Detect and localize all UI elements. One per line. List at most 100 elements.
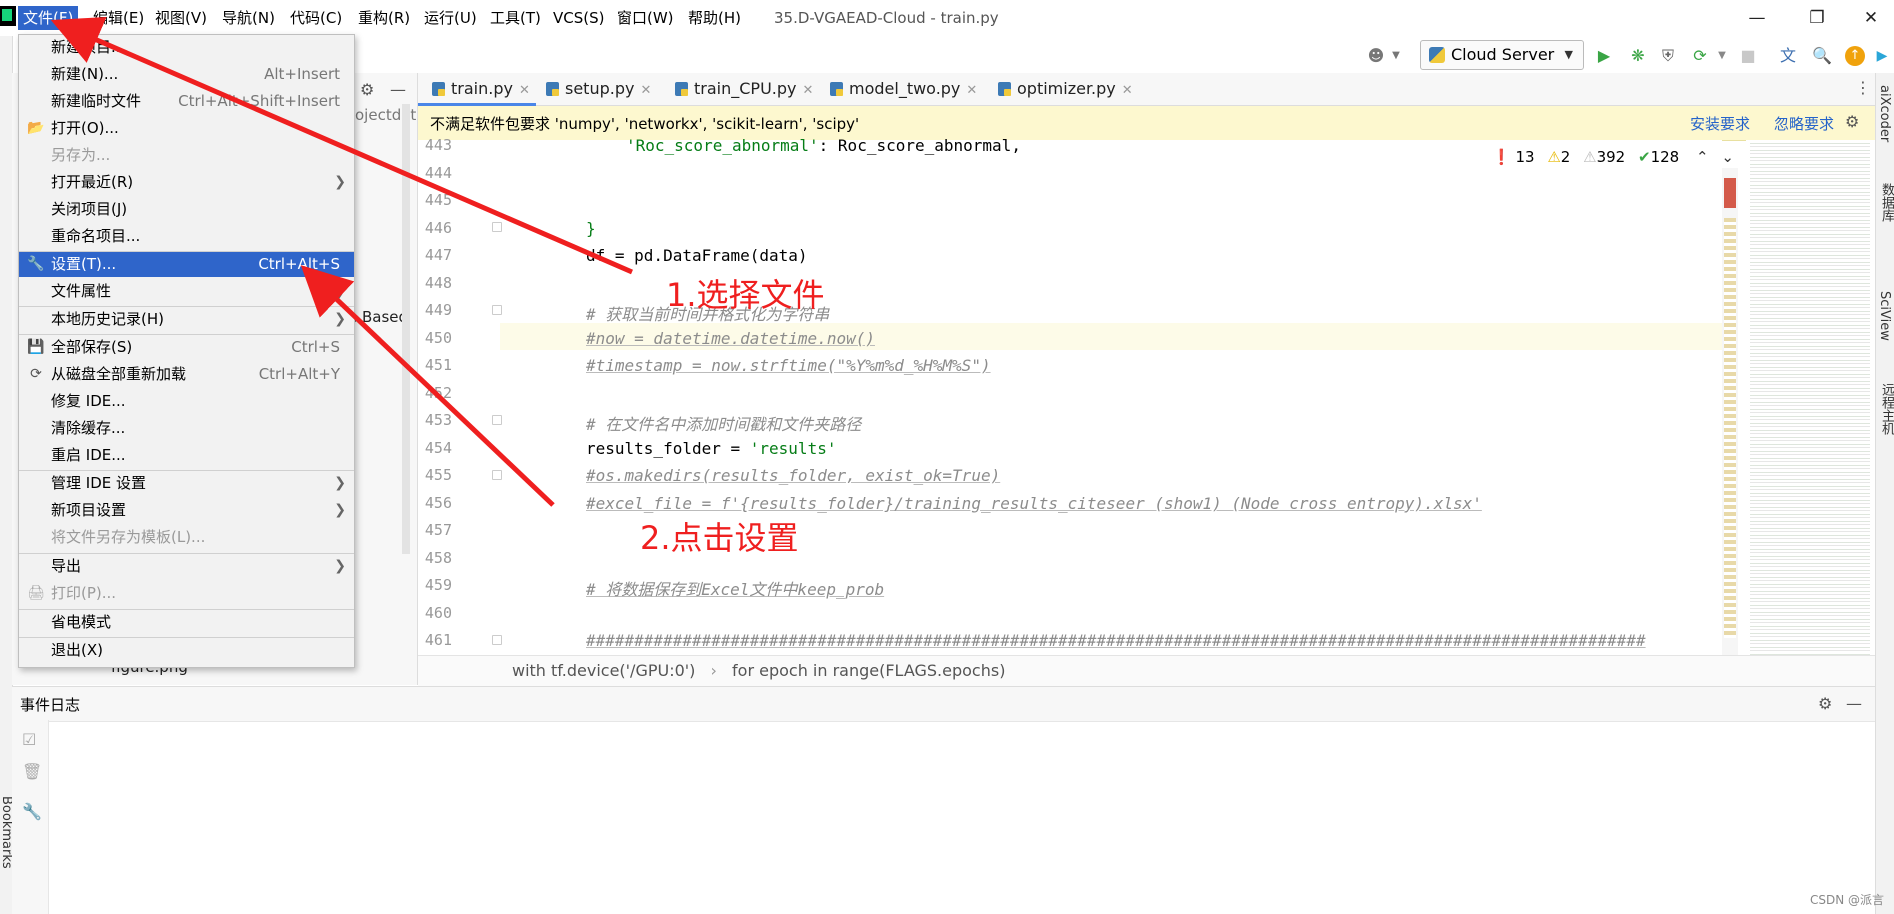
previous-highlight-icon[interactable]: ⌃ [1696, 148, 1709, 166]
search-icon[interactable]: 🔍 [1812, 46, 1832, 66]
menu-item-open[interactable]: 📂 打开(O)... [19, 116, 354, 141]
breadcrumb-item[interactable]: for epoch in range(FLAGS.epochs) [732, 661, 1005, 680]
next-highlight-icon[interactable]: ⌄ [1721, 148, 1734, 166]
close-tab-icon[interactable]: ✕ [640, 83, 651, 98]
menu-item-power-save[interactable]: 省电模式 [19, 610, 354, 635]
menu-item-new-project[interactable]: 新建项目... [19, 35, 354, 60]
minimize-panel-icon[interactable]: — [1846, 694, 1862, 713]
tab-train-py[interactable]: train.py ✕ [432, 73, 530, 105]
save-icon: 💾 [27, 339, 45, 355]
ignore-requirements-link[interactable]: 忽略要求 [1774, 113, 1834, 134]
wrench-icon: 🔧 [27, 256, 45, 272]
line-number: 444 [424, 164, 452, 182]
menu-item-invalidate-caches[interactable]: 清除缓存... [19, 416, 354, 441]
fold-marker-icon[interactable] [492, 635, 502, 645]
inspection-widget[interactable]: ❗ 13 ⚠2 ⚠392 ✔128 ⌃ ⌄ [1492, 148, 1734, 168]
tab-train-cpu-py[interactable]: train_CPU.py ✕ [675, 73, 813, 105]
dropdown-arrow-icon: ▼ [1564, 48, 1573, 61]
menu-item-close-project[interactable]: 关闭项目(J) [19, 197, 354, 222]
gear-icon[interactable]: ⚙ [1845, 112, 1859, 131]
breadcrumb-item[interactable]: with tf.device('/GPU:0') [512, 661, 695, 680]
plugin-icon[interactable]: ▶ [1872, 46, 1892, 66]
update-icon[interactable]: ↑ [1845, 46, 1865, 66]
profile-icon[interactable]: ⟳ [1690, 46, 1710, 66]
tab-model-two-py[interactable]: model_two.py ✕ [830, 73, 977, 105]
menu-refactor[interactable]: 重构(R) [353, 6, 415, 30]
menu-item-manage-ide-settings[interactable]: 管理 IDE 设置 ❯ [19, 471, 354, 496]
close-button[interactable]: ✕ [1848, 0, 1894, 36]
remote-host-tab[interactable]: 远程主机 [1877, 383, 1894, 435]
line-number: 455 [424, 466, 452, 484]
menu-item-settings[interactable]: 🔧 设置(T)... Ctrl+Alt+S [19, 252, 354, 277]
user-icon[interactable]: ☻ [1366, 46, 1386, 66]
menu-item-save-as[interactable]: 另存为... [19, 143, 354, 168]
fold-marker-icon[interactable] [492, 470, 502, 480]
error-stripe[interactable] [1722, 168, 1738, 655]
wrench-icon[interactable]: 🔧 [22, 802, 42, 821]
chevron-down-icon[interactable]: ▼ [1386, 46, 1406, 66]
stop-icon[interactable]: ■ [1738, 46, 1758, 66]
menu-item-exit[interactable]: 退出(X) [19, 638, 354, 663]
menu-item-label: 导出 [51, 557, 82, 575]
restore-button[interactable]: ❐ [1794, 0, 1840, 36]
menu-item-rename-project[interactable]: 重命名项目... [19, 224, 354, 249]
menu-window[interactable]: 窗口(W) [612, 6, 679, 30]
install-requirements-link[interactable]: 安装要求 [1690, 113, 1750, 134]
gear-icon[interactable]: ⚙ [360, 80, 374, 99]
menu-help[interactable]: 帮助(H) [683, 6, 746, 30]
menu-item-label: 重命名项目... [51, 227, 141, 245]
menu-item-local-history[interactable]: 本地历史记录(H) ❯ [19, 307, 354, 332]
aixcoder-tab[interactable]: aiXcoder [1877, 85, 1892, 142]
menu-edit[interactable]: 编辑(E) [88, 6, 149, 30]
tab-setup-py[interactable]: setup.py ✕ [546, 73, 651, 105]
menu-item-new-project-settings[interactable]: 新项目设置 ❯ [19, 498, 354, 523]
menu-tools[interactable]: 工具(T) [485, 6, 546, 30]
menu-vcs[interactable]: VCS(S) [548, 6, 609, 30]
menu-item-open-recent[interactable]: 打开最近(R) ❯ [19, 170, 354, 195]
run-icon[interactable]: ▶ [1594, 46, 1614, 66]
warning-markers [1724, 218, 1736, 638]
weak-warning-count: 392 [1596, 148, 1626, 166]
menu-item-restart-ide[interactable]: 重启 IDE... [19, 443, 354, 468]
minimize-button[interactable]: — [1734, 0, 1780, 36]
menu-view[interactable]: 视图(V) [150, 6, 212, 30]
menu-run[interactable]: 运行(U) [419, 6, 482, 30]
close-tab-icon[interactable]: ✕ [519, 83, 530, 98]
menu-code[interactable]: 代码(C) [285, 6, 347, 30]
run-config-select[interactable]: Cloud Server ▼ [1420, 40, 1584, 70]
close-tab-icon[interactable]: ✕ [966, 83, 977, 98]
code-minimap[interactable] [1746, 140, 1876, 655]
fold-marker-icon[interactable] [492, 222, 502, 232]
project-tree-item[interactable]: e Based [348, 308, 408, 326]
menu-item-new[interactable]: 新建(N)... Alt+Insert [19, 62, 354, 87]
menu-navigate[interactable]: 导航(N) [217, 6, 280, 30]
menu-item-save-as-template[interactable]: 将文件另存为模板(L)... [19, 525, 354, 550]
more-tabs-icon[interactable]: ⋮ [1855, 78, 1871, 97]
menu-item-print[interactable]: 🖨 打印(P)... [19, 581, 354, 606]
close-tab-icon[interactable]: ✕ [1122, 83, 1133, 98]
tab-optimizer-py[interactable]: optimizer.py ✕ [998, 73, 1133, 105]
trash-icon[interactable]: 🗑 [22, 762, 42, 781]
project-scrollbar[interactable] [402, 104, 410, 554]
translate-icon[interactable]: 文 [1778, 46, 1798, 66]
file-menu-dropdown: 新建项目... 新建(N)... Alt+Insert 新建临时文件 Ctrl+Al… [18, 34, 355, 668]
gear-icon[interactable]: ⚙ [1818, 694, 1832, 713]
menu-item-save-all[interactable]: 💾 全部保存(S) Ctrl+S [19, 335, 354, 360]
debug-icon[interactable]: ❋ [1628, 46, 1648, 66]
menu-file[interactable]: 文件(F) [18, 6, 79, 30]
database-tab[interactable]: 数据库 [1877, 183, 1894, 222]
fold-marker-icon[interactable] [492, 415, 502, 425]
menu-item-reload-all[interactable]: ⟳ 从磁盘全部重新加载 Ctrl+Alt+Y [19, 362, 354, 387]
sciview-tab[interactable]: SciView [1877, 291, 1892, 341]
menu-item-export[interactable]: 导出 ❯ [19, 554, 354, 579]
mark-read-icon[interactable]: ☑ [22, 730, 36, 749]
minimize-panel-icon[interactable]: — [390, 80, 406, 99]
menu-item-repair-ide[interactable]: 修复 IDE... [19, 389, 354, 414]
close-tab-icon[interactable]: ✕ [802, 83, 813, 98]
coverage-icon[interactable]: ⛨ [1658, 46, 1678, 66]
menu-item-file-properties[interactable]: 文件属性 ❯ [19, 279, 354, 304]
fold-marker-icon[interactable] [492, 305, 502, 315]
menu-item-new-scratch[interactable]: 新建临时文件 Ctrl+Alt+Shift+Insert [19, 89, 354, 114]
profile-dropdown-icon[interactable]: ▼ [1712, 46, 1732, 66]
submenu-arrow-icon: ❯ [334, 502, 346, 518]
